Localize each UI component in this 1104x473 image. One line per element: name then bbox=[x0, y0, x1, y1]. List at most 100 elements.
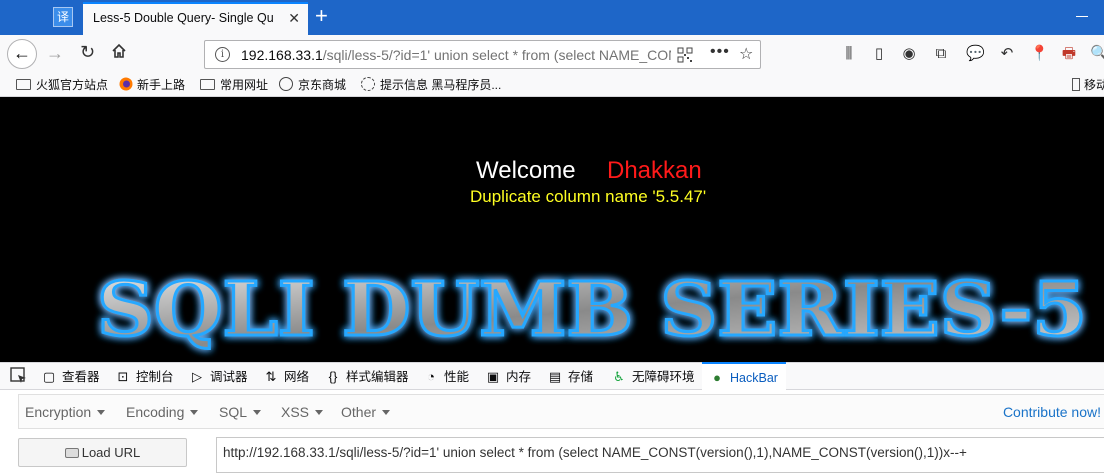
devtools-tab-label: 性能 bbox=[444, 370, 470, 384]
reload-button[interactable]: ↻ bbox=[80, 42, 95, 63]
print-icon[interactable]: 🖶 bbox=[1060, 45, 1078, 63]
chevron-down-icon bbox=[97, 410, 106, 415]
devtools-tab-label: 无障碍环境 bbox=[632, 370, 695, 384]
tab-close-icon[interactable]: ✕ bbox=[288, 10, 300, 27]
devtools-tab-console[interactable]: ⊡ 控制台 bbox=[116, 367, 174, 387]
folder-icon bbox=[200, 79, 215, 90]
bookmark-label: 移动 bbox=[1084, 78, 1104, 92]
bookmark-label: 新手上路 bbox=[137, 78, 186, 92]
devtools-tab-inspector[interactable]: ▢ 查看器 bbox=[42, 367, 100, 387]
contribute-link[interactable]: Contribute now! bbox=[1003, 404, 1101, 420]
back-button[interactable]: ← bbox=[7, 39, 37, 69]
bookmark-item[interactable]: 新手上路 bbox=[119, 76, 185, 94]
page-content: Welcome Dhakkan Duplicate column name '5… bbox=[0, 97, 1104, 362]
devtools-tab-label: 内存 bbox=[506, 370, 532, 384]
console-icon: ⊡ bbox=[117, 369, 129, 384]
style-editor-icon: {} bbox=[328, 369, 338, 384]
firefox-icon bbox=[119, 77, 133, 91]
chevron-down-icon bbox=[190, 410, 199, 415]
other-menu[interactable]: Other bbox=[341, 404, 391, 420]
inspector-icon: ▢ bbox=[42, 369, 56, 384]
devtools-tab-label: 样式编辑器 bbox=[346, 370, 409, 384]
hackbar-panel: Encryption Encoding SQL XSS Other Contri… bbox=[0, 390, 1104, 473]
encryption-menu[interactable]: Encryption bbox=[25, 404, 106, 420]
memory-icon: ▣ bbox=[486, 369, 500, 384]
menu-label: XSS bbox=[281, 404, 310, 420]
sql-menu[interactable]: SQL bbox=[219, 404, 262, 420]
hackbar-icon: ● bbox=[713, 370, 721, 385]
xss-menu[interactable]: XSS bbox=[281, 404, 324, 420]
hackbar-menu-bar: Encryption Encoding SQL XSS Other Contri… bbox=[18, 394, 1104, 429]
mobile-icon bbox=[1072, 78, 1080, 91]
home-icon[interactable] bbox=[111, 43, 127, 59]
hackbar-url-input[interactable]: http://192.168.33.1/sqli/less-5/?id=1' u… bbox=[216, 437, 1104, 473]
tab-active[interactable]: Less-5 Double Query- Single Quotes- Stri… bbox=[83, 2, 308, 35]
devtools-tab-hackbar[interactable]: ● HackBar bbox=[702, 362, 786, 390]
devtools-tab-label: HackBar bbox=[730, 371, 778, 385]
url-host: 192.168.33.1 bbox=[241, 47, 323, 63]
storage-icon: ▤ bbox=[548, 369, 562, 384]
element-picker-icon[interactable] bbox=[10, 367, 28, 385]
bookmark-item[interactable]: 常用网址 bbox=[200, 76, 268, 94]
devtools-tab-accessibility[interactable]: ♿ 无障碍环境 bbox=[612, 367, 695, 387]
bookmark-item[interactable]: 火狐官方站点 bbox=[16, 76, 108, 94]
bookmark-item[interactable]: 京东商城 bbox=[279, 76, 346, 94]
bookmark-item[interactable]: 移动 bbox=[1072, 76, 1104, 94]
library-icon[interactable]: ⫼ bbox=[840, 45, 858, 63]
bookmark-item[interactable]: 提示信息 黑马程序员... bbox=[361, 76, 501, 94]
navigation-toolbar: ← → ↻ i 192.168.33.1/sqli/less-5/?id=1' … bbox=[0, 35, 1104, 73]
devtools-tab-label: 调试器 bbox=[210, 370, 248, 384]
devtools-toolbar: ▢ 查看器 ⊡ 控制台 ▷ 调试器 ⇅ 网络 {} 样式编辑器 ◔ 性能 ▣ 内存 ▤ 存储 ♿… bbox=[0, 362, 1104, 390]
chat-icon[interactable]: 💬 bbox=[966, 45, 985, 63]
page-actions-menu-icon[interactable]: ••• bbox=[710, 43, 730, 61]
sqli-banner: SQLI DUMB SERIES-5 bbox=[96, 266, 1089, 355]
accessibility-icon: ♿ bbox=[613, 369, 625, 384]
bookmarks-toolbar: 火狐官方站点 新手上路 常用网址 京东商城 提示信息 黑马程序员... 移动 bbox=[0, 73, 1104, 97]
location-pin-icon[interactable]: 📍 bbox=[1030, 45, 1049, 63]
undo-icon[interactable]: ↶ bbox=[998, 45, 1016, 63]
translate-extension-icon[interactable]: 译 bbox=[53, 7, 73, 27]
devtools-tab-memory[interactable]: ▣ 内存 bbox=[486, 367, 531, 387]
user-name: Dhakkan bbox=[607, 157, 702, 184]
globe-icon bbox=[279, 77, 293, 91]
url-path: /sqli/less-5/?id=1' union select * from … bbox=[322, 47, 671, 63]
minimize-icon[interactable] bbox=[1076, 16, 1088, 17]
performance-icon: ◔ bbox=[427, 369, 435, 384]
devtools-tab-storage[interactable]: ▤ 存储 bbox=[548, 367, 593, 387]
devtools-tab-style-editor[interactable]: {} 样式编辑器 bbox=[326, 367, 409, 387]
encoding-menu[interactable]: Encoding bbox=[126, 404, 199, 420]
debugger-icon: ▷ bbox=[192, 369, 202, 384]
folder-icon bbox=[16, 79, 31, 90]
url-text[interactable]: 192.168.33.1/sqli/less-5/?id=1' union se… bbox=[241, 47, 671, 63]
new-tab-icon[interactable]: + bbox=[315, 4, 328, 28]
tab-title: Less-5 Double Query- Single Quotes- Stri… bbox=[93, 11, 273, 25]
search-icon[interactable]: 🔍 bbox=[1090, 45, 1104, 63]
bookmark-star-icon[interactable]: ☆ bbox=[739, 44, 753, 64]
site-info-icon[interactable]: i bbox=[215, 47, 230, 62]
bookmark-label: 提示信息 黑马程序员... bbox=[380, 78, 502, 92]
qr-code-icon[interactable] bbox=[677, 47, 693, 63]
welcome-text: Welcome bbox=[476, 157, 576, 184]
url-bar[interactable]: i 192.168.33.1/sqli/less-5/?id=1' union … bbox=[204, 40, 761, 69]
network-icon: ⇅ bbox=[265, 369, 277, 384]
menu-label: Encoding bbox=[126, 404, 185, 420]
devtools-tab-performance[interactable]: ◔ 性能 bbox=[424, 367, 469, 387]
bookmark-label: 京东商城 bbox=[298, 78, 347, 92]
bookmark-label: 常用网址 bbox=[220, 78, 269, 92]
devtools-tab-label: 控制台 bbox=[136, 370, 174, 384]
tab-strip: 译 Less-5 Double Query- Single Quotes- St… bbox=[0, 0, 1104, 35]
devtools-tab-label: 网络 bbox=[284, 370, 310, 384]
load-url-icon bbox=[64, 448, 79, 458]
chevron-down-icon bbox=[253, 410, 262, 415]
screenshot-crop-icon[interactable]: ⧉ bbox=[932, 45, 950, 63]
devtools-tab-debugger[interactable]: ▷ 调试器 bbox=[190, 367, 248, 387]
devtools-tab-label: 存储 bbox=[568, 370, 594, 384]
account-icon[interactable]: ◉ bbox=[900, 45, 918, 63]
forward-button[interactable]: → bbox=[46, 43, 64, 64]
load-url-button[interactable]: Load URL bbox=[18, 438, 187, 467]
load-url-label: Load URL bbox=[81, 445, 141, 460]
devtools-tab-label: 查看器 bbox=[62, 370, 100, 384]
menu-label: Other bbox=[341, 404, 377, 420]
sidebar-icon[interactable]: ▯ bbox=[870, 45, 888, 63]
devtools-tab-network[interactable]: ⇅ 网络 bbox=[264, 367, 309, 387]
